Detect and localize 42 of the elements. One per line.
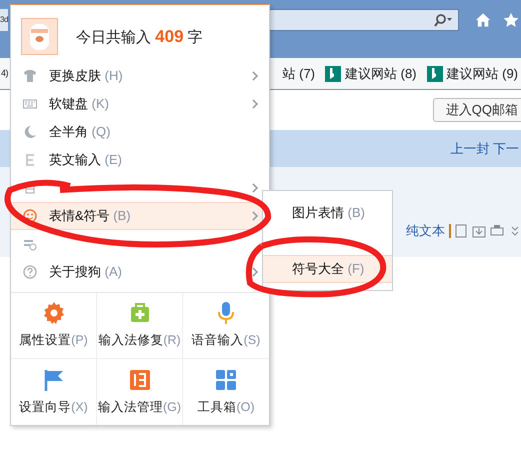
row-fragment: 4) [1, 66, 8, 80]
tool-button[interactable]: 属性设置(P) [11, 293, 97, 359]
submenu-item[interactable]: 符号大全 (F) [263, 255, 392, 283]
bing-logo-icon [426, 66, 442, 82]
bing-logo-icon [325, 66, 341, 82]
tool-button[interactable]: 语音输入(S) [183, 293, 269, 359]
moon-icon [23, 125, 37, 139]
home-icon[interactable] [474, 12, 491, 28]
menu-item[interactable]: 软键盘 (K) [11, 90, 269, 118]
tool-button[interactable]: 设置向导(X) [11, 359, 97, 425]
chevron-right-icon [252, 99, 259, 109]
tab-title: 3d [0, 9, 8, 31]
star-icon[interactable] [502, 12, 519, 28]
status-bar-icon [23, 237, 37, 251]
mascot-avatar-icon [21, 18, 58, 55]
tool-button[interactable]: 输入法修复(R) [97, 293, 183, 359]
menu-item[interactable]: 更换皮肤 (H) [11, 62, 269, 90]
plain-text-link[interactable]: 纯文本 [406, 221, 445, 241]
search-icon [432, 13, 453, 27]
chevron-right-icon [252, 211, 259, 221]
daily-count-text: 今日共输入 409 字 [76, 26, 203, 48]
smiley-icon [23, 209, 37, 223]
grid-icon [214, 368, 238, 392]
bookmark-link[interactable]: 站 (7) [282, 64, 315, 84]
tool-button[interactable]: 工具箱(O) [183, 359, 269, 425]
gear-icon [42, 301, 66, 326]
chevron-right-icon [252, 183, 259, 193]
shirt-icon [23, 69, 37, 83]
letter-e-icon [23, 153, 37, 167]
chevron-right-icon [252, 267, 259, 277]
bookmark-link[interactable]: 建议网站 (8) [325, 64, 416, 84]
list-icon [128, 368, 152, 392]
bookmark-link[interactable]: 建议网站 (9) [426, 64, 518, 84]
nav-links[interactable]: 上一封 下一 [450, 138, 519, 158]
menu-item[interactable]: 全半角 (Q) [11, 118, 269, 146]
tool-button[interactable]: 输入法管理(G) [97, 359, 183, 425]
menu-item[interactable]: 英文输入 (E) [11, 146, 269, 174]
help-icon [23, 265, 37, 279]
chevron-right-icon [252, 71, 259, 81]
mail-button[interactable]: 进入QQ邮箱 [432, 98, 521, 122]
toolbar-icons-drawing[interactable] [455, 224, 519, 238]
keyboard-icon [23, 97, 37, 111]
